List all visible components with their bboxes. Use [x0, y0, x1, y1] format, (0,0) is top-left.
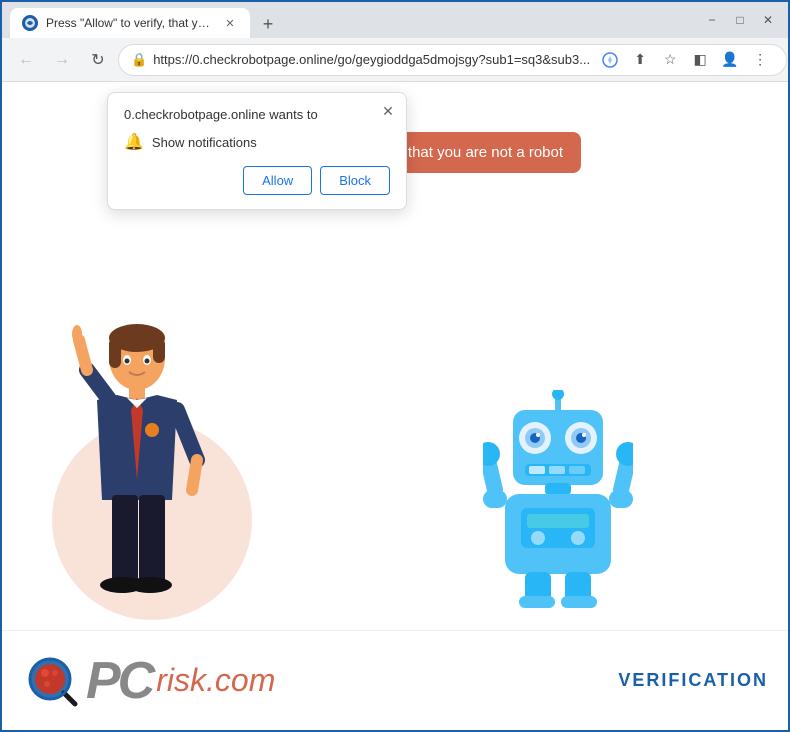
new-tab-button[interactable]: +: [254, 10, 282, 38]
browser-frame: Press "Allow" to verify, that you a... ✕…: [2, 2, 788, 730]
allow-button[interactable]: Allow: [243, 166, 312, 195]
notification-row-text: Show notifications: [152, 135, 257, 150]
robot-figure: [483, 390, 633, 610]
block-button[interactable]: Block: [320, 166, 390, 195]
footer-area: PC risk.com VERIFICATION: [2, 630, 788, 730]
close-button[interactable]: ✕: [756, 8, 780, 32]
forward-icon: →: [54, 51, 70, 69]
profile-icon[interactable]: 👤: [716, 46, 744, 74]
pcrisk-logo: PC risk.com: [22, 651, 275, 711]
back-icon: ←: [18, 51, 34, 69]
forward-button[interactable]: →: [46, 44, 78, 76]
tab-search-icon[interactable]: ◧: [686, 46, 714, 74]
google-icon[interactable]: [596, 46, 624, 74]
address-bar[interactable]: 🔒 https://0.checkrobotpage.online/go/gey…: [118, 44, 787, 76]
tab-title: Press "Allow" to verify, that you a...: [46, 16, 214, 30]
content-area: ✕ 0.checkrobotpage.online wants to 🔔 Sho…: [2, 82, 788, 730]
notification-popup: ✕ 0.checkrobotpage.online wants to 🔔 Sho…: [107, 92, 407, 210]
popup-title: 0.checkrobotpage.online wants to: [124, 107, 390, 122]
popup-notification-row: 🔔 Show notifications: [124, 132, 390, 152]
lock-icon: 🔒: [131, 52, 147, 68]
bookmark-icon[interactable]: ☆: [656, 46, 684, 74]
menu-icon[interactable]: ⋮: [746, 46, 774, 74]
share-icon[interactable]: ⬆: [626, 46, 654, 74]
minimize-button[interactable]: −: [700, 8, 724, 32]
bell-icon: 🔔: [124, 132, 144, 152]
tab-favicon: [22, 15, 38, 31]
active-tab[interactable]: Press "Allow" to verify, that you a... ✕: [10, 8, 250, 38]
popup-buttons: Allow Block: [124, 166, 390, 195]
address-icons: ⬆ ☆ ◧ 👤 ⋮: [596, 46, 774, 74]
url-text: https://0.checkrobotpage.online/go/geygi…: [153, 52, 590, 67]
back-button[interactable]: ←: [10, 44, 42, 76]
person-figure: [57, 320, 217, 600]
logo-risk: risk.com: [156, 662, 275, 699]
verification-text: VERIFICATION: [618, 670, 768, 691]
pcrisk-logo-icon: [22, 651, 82, 711]
popup-close-button[interactable]: ✕: [378, 101, 398, 121]
title-bar: Press "Allow" to verify, that you a... ✕…: [2, 2, 788, 38]
window-controls: − □ ✕: [700, 8, 780, 32]
tab-area: Press "Allow" to verify, that you a... ✕…: [10, 2, 696, 38]
logo-pc: PC: [86, 651, 152, 711]
reload-icon: ↻: [91, 50, 104, 70]
maximize-button[interactable]: □: [728, 8, 752, 32]
reload-button[interactable]: ↻: [82, 44, 114, 76]
nav-bar: ← → ↻ 🔒 https://0.checkrobotpage.online/…: [2, 38, 788, 82]
tab-close-button[interactable]: ✕: [222, 15, 238, 31]
